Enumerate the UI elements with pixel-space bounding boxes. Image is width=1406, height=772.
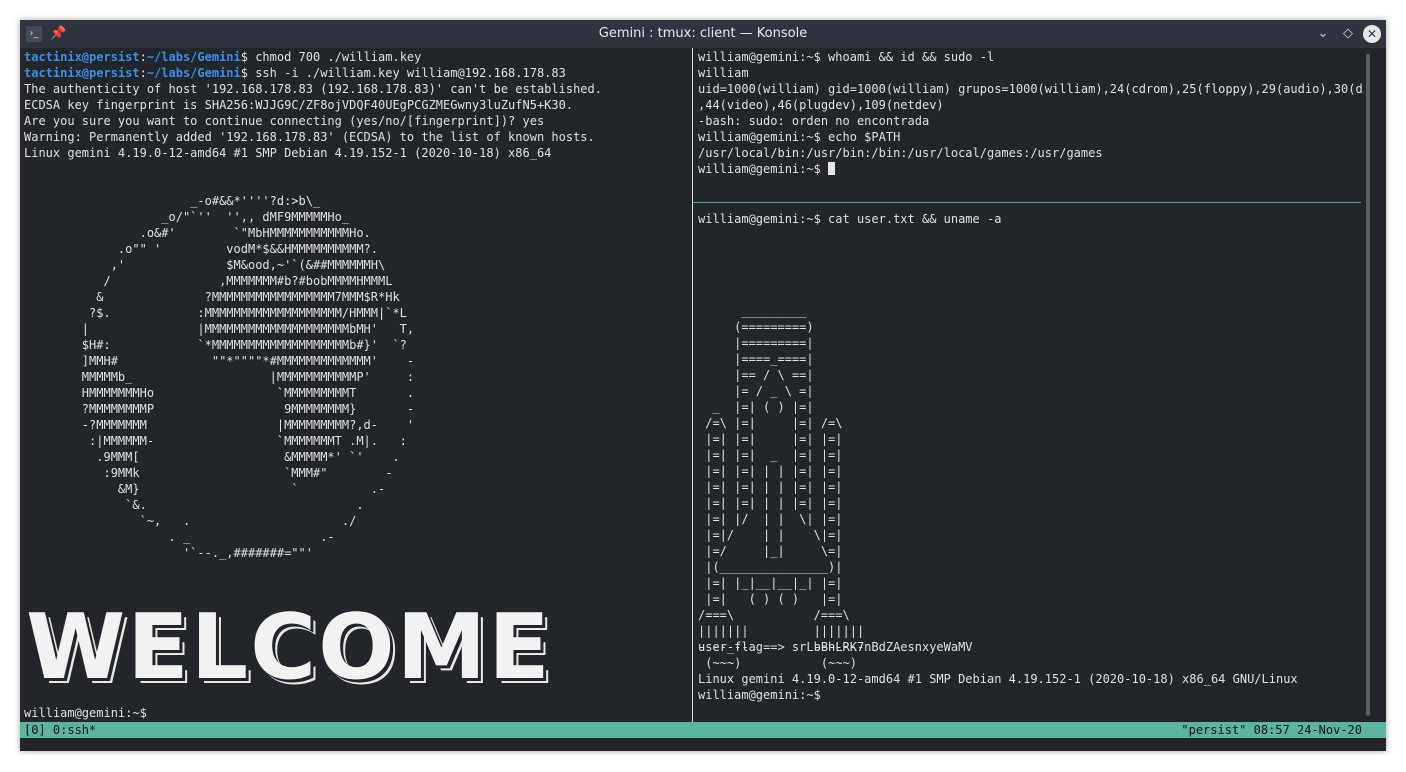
text-cursor: [828, 162, 836, 175]
tmux-pane-left[interactable]: tactinix@persist:~/labs/Gemini$ chmod 70…: [20, 48, 692, 722]
maximize-icon[interactable]: ◇: [1339, 25, 1357, 43]
tmux-pane-top-right[interactable]: william@gemini:~$ whoami && id && sudo -…: [694, 48, 1364, 200]
tmux-status-bar: [0] 0:ssh* "persist" 08:57 24-Nov-20: [20, 722, 1386, 738]
close-icon[interactable]: ✕: [1363, 25, 1381, 43]
ssh-output: The authenticity of host '192.168.178.83…: [24, 82, 602, 160]
tmux-window-list[interactable]: [0] 0:ssh*: [24, 722, 96, 738]
prompt-user: tactinix@persist: [24, 66, 140, 80]
konsole-window: ›_ 📌 Gemini : tmux: client — Konsole ⌄ ◇…: [20, 20, 1386, 751]
scrollbar[interactable]: [1366, 54, 1370, 716]
pane-divider-horizontal[interactable]: [693, 202, 1361, 203]
window-title: Gemini : tmux: client — Konsole: [598, 26, 808, 41]
prompt-colon: :: [139, 50, 147, 64]
command-text: $ chmod 700 ./william.key: [240, 50, 422, 64]
command-line-1: tactinix@persist:~/labs/Gemini$ chmod 70…: [24, 49, 602, 65]
shell-prompt-active[interactable]: william@gemini:~$: [698, 161, 1364, 177]
shell-prompt[interactable]: william@gemini:~$: [698, 687, 1298, 703]
uname-output: Linux gemini 4.19.0-12-amd64 #1 SMP Debi…: [698, 672, 1298, 686]
command-line: william@gemini:~$ cat user.txt && uname …: [698, 212, 1002, 226]
ascii-art-banner: _-o#&&*''''?d:>b\_ _o/"`'' '',, dMF9MMMM…: [81, 194, 415, 560]
ascii-rocket-art: _________ (=========) |=========| |====_…: [698, 304, 865, 670]
welcome-banner: WELCOME: [26, 595, 552, 700]
command-line-2: tactinix@persist:~/labs/Gemini$ ssh -i .…: [24, 65, 602, 81]
command-text: $ ssh -i ./william.key william@192.168.1…: [240, 66, 566, 80]
prompt-text: william@gemini:~$: [698, 162, 829, 176]
pane-divider-vertical[interactable]: [692, 48, 693, 722]
prompt-path: ~/labs/Gemini: [146, 66, 241, 80]
prompt-user: tactinix@persist: [24, 50, 140, 64]
user-flag-line: user_flag==> srLbBhLRK7nBdZAesnxyeWaMV: [698, 640, 973, 654]
prompt-path: ~/labs/Gemini: [146, 50, 241, 64]
prompt-colon: :: [139, 66, 147, 80]
tmux-pane-bottom-right[interactable]: william@gemini:~$ cat user.txt && uname …: [694, 210, 1364, 722]
title-bar[interactable]: ›_ 📌 Gemini : tmux: client — Konsole ⌄ ◇…: [20, 20, 1386, 48]
shell-prompt[interactable]: william@gemini:~$: [24, 705, 147, 721]
tmux-session-clock: "persist" 08:57 24-Nov-20: [1181, 723, 1362, 737]
terminal-output: william@gemini:~$ whoami && id && sudo -…: [698, 50, 1364, 160]
minimize-icon[interactable]: ⌄: [1314, 25, 1332, 43]
